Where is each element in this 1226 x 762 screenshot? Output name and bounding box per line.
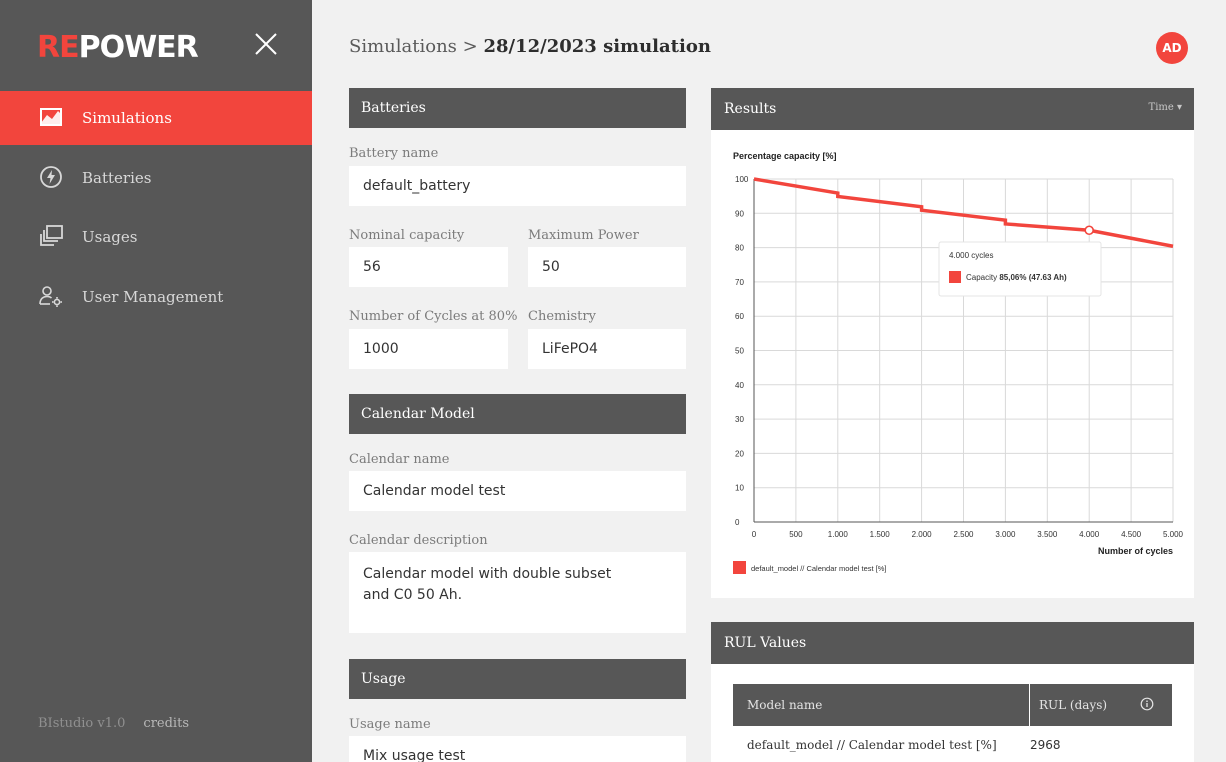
sidebar-footer: BIstudio v1.0 credits [38, 716, 207, 731]
avatar[interactable]: AD [1156, 32, 1188, 64]
calendar-description-field[interactable]: Calendar model with double subset and C0… [349, 552, 686, 633]
breadcrumb-separator: > [462, 36, 478, 57]
x-tick-label: 2.000 [912, 530, 933, 539]
nominal-capacity-label: Nominal capacity [349, 228, 465, 243]
col-rul-days[interactable]: RUL (days) [1039, 698, 1107, 712]
usage-name-field[interactable]: Mix usage test [349, 736, 686, 762]
calendar-name-field[interactable]: Calendar model test [349, 471, 686, 511]
x-tick-label: 5.000 [1163, 530, 1184, 539]
sidebar-item-user-management[interactable]: User Management [0, 270, 312, 324]
max-power-field[interactable]: 50 [528, 247, 686, 287]
x-tick-label: 4.000 [1079, 530, 1100, 539]
rul-table-header: Model name RUL (days) [733, 684, 1172, 726]
col-model-name[interactable]: Model name [747, 698, 822, 712]
y-tick-label: 20 [735, 449, 744, 458]
x-tick-label: 500 [789, 530, 803, 539]
x-tick-label: 4.500 [1121, 530, 1142, 539]
time-dropdown[interactable]: Time ▾ [1149, 102, 1182, 113]
max-power-label: Maximum Power [528, 228, 639, 243]
calendar-description-label: Calendar description [349, 533, 488, 548]
sidebar-item-label: Usages [82, 228, 138, 246]
chart-panel: Percentage capacity [%] 0 10 20 30 40 50 60 70 80… [711, 130, 1194, 598]
rul-section-header: RUL Values [711, 622, 1194, 664]
y-tick-label: 70 [735, 278, 744, 287]
close-icon[interactable] [252, 30, 280, 58]
battery-name-label: Battery name [349, 146, 439, 161]
version-label: BIstudio v1.0 [38, 716, 126, 731]
column-divider [1029, 684, 1030, 726]
sidebar-item-label: User Management [82, 288, 224, 306]
layers-icon [40, 225, 63, 246]
y-tick-label: 50 [735, 347, 744, 356]
legend-label: default_model // Calendar model test [%] [751, 564, 887, 573]
sidebar-item-batteries[interactable]: Batteries [0, 151, 312, 205]
tooltip-title: 4.000 cycles [949, 251, 993, 260]
sidebar-item-label: Simulations [82, 109, 172, 127]
sidebar: REPOWER Simulations Batteries Usages Use… [0, 0, 312, 762]
x-tick-label: 1.000 [828, 530, 849, 539]
info-icon[interactable] [1140, 697, 1154, 711]
y-tick-label: 60 [735, 312, 744, 321]
x-tick-label: 2.500 [953, 530, 974, 539]
nominal-capacity-field[interactable]: 56 [349, 247, 508, 287]
rul-panel: Model name RUL (days) default_model // C… [711, 664, 1194, 762]
breadcrumb: Simulations > 28/12/2023 simulation [349, 36, 711, 57]
sidebar-item-simulations[interactable]: Simulations [0, 91, 312, 145]
y-tick-label: 30 [735, 415, 744, 424]
x-tick-label: 3.000 [995, 530, 1016, 539]
y-tick-label: 0 [735, 518, 740, 527]
batteries-section-header: Batteries [349, 88, 686, 128]
y-tick-label: 80 [735, 244, 744, 253]
rul-value-cell: 2968 [1030, 738, 1061, 752]
results-section-header: Results Time ▾ [711, 88, 1194, 130]
legend-swatch [733, 561, 746, 574]
tooltip-value-number: 85,06% (47.63 Ah) [999, 273, 1067, 282]
breadcrumb-simulations[interactable]: Simulations [349, 36, 457, 57]
chemistry-label: Chemistry [528, 309, 596, 324]
calendar-section-header: Calendar Model [349, 394, 686, 434]
x-axis-label: Number of cycles [1098, 546, 1173, 556]
y-tick-label: 90 [735, 209, 744, 218]
y-axis-label: Percentage capacity [%] [733, 151, 837, 161]
rul-model-cell: default_model // Calendar model test [%] [747, 738, 997, 752]
tooltip-swatch [949, 271, 961, 283]
cycles-label: Number of Cycles at 80% [349, 309, 518, 324]
sidebar-item-usages[interactable]: Usages [0, 210, 312, 264]
chart-area-icon [40, 108, 62, 126]
usage-name-label: Usage name [349, 717, 431, 732]
y-tick-label: 40 [735, 381, 744, 390]
x-tick-label: 3.500 [1037, 530, 1058, 539]
capacity-chart[interactable]: Percentage capacity [%] 0 10 20 30 40 50 60 70 80… [711, 130, 1194, 598]
credits-link[interactable]: credits [143, 716, 189, 731]
user-gear-icon [39, 286, 62, 307]
bolt-icon [40, 166, 62, 188]
sidebar-item-label: Batteries [82, 169, 152, 187]
results-title: Results [724, 101, 777, 117]
repower-logo[interactable]: REPOWER [37, 30, 199, 65]
x-tick-label: 0 [752, 530, 757, 539]
usage-section-header: Usage [349, 659, 686, 699]
page-title: 28/12/2023 simulation [483, 36, 711, 57]
hover-point-marker [1084, 225, 1095, 236]
cycles-field[interactable]: 1000 [349, 329, 508, 369]
x-tick-label: 1.500 [870, 530, 891, 539]
y-tick-label: 100 [735, 175, 749, 184]
battery-name-field[interactable]: default_battery [349, 166, 686, 206]
calendar-name-label: Calendar name [349, 452, 450, 467]
tooltip-value: Capacity 85,06% (47.63 Ah) [966, 273, 1067, 282]
chemistry-field[interactable]: LiFePO4 [528, 329, 686, 369]
y-tick-label: 10 [735, 484, 744, 493]
